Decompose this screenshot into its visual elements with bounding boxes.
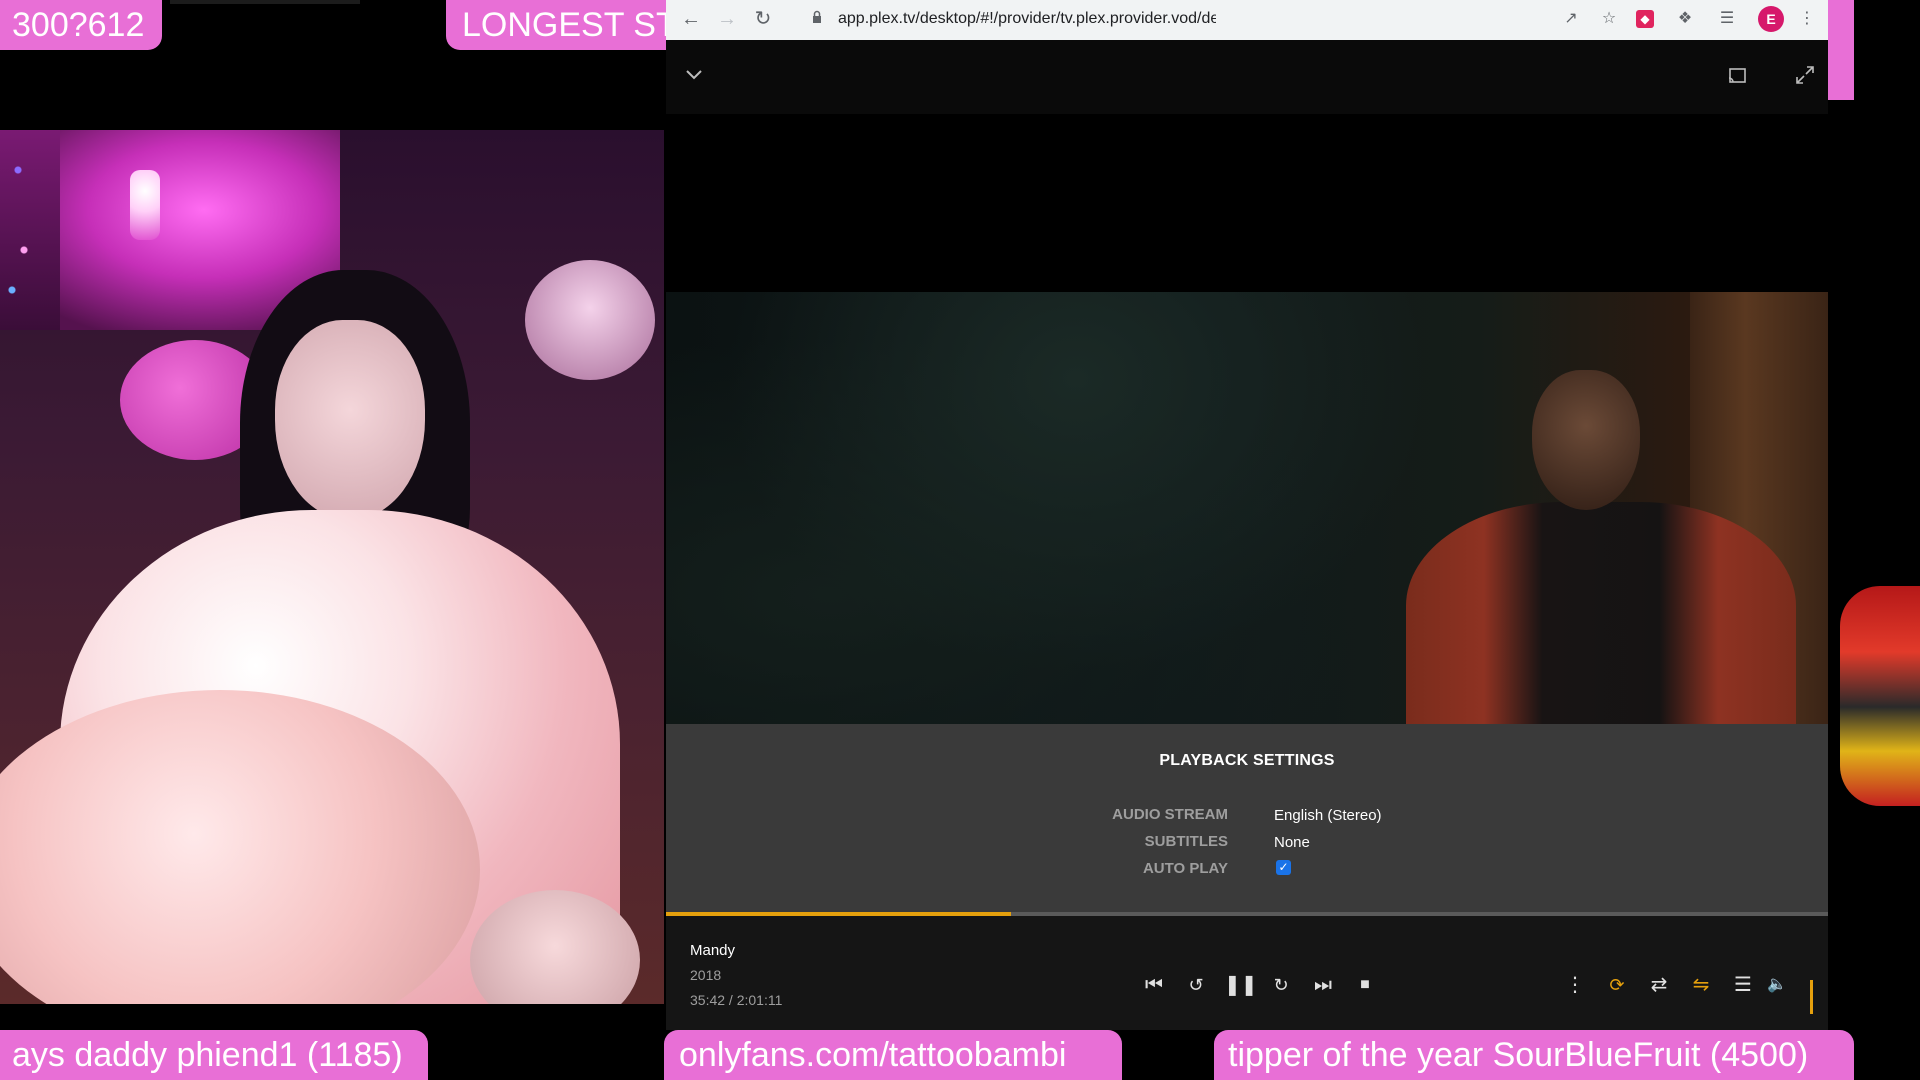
webcam-fairy-lights: [0, 130, 60, 330]
player-top-bar: [666, 40, 1828, 114]
lock-icon: [813, 10, 821, 23]
puzzle-icon[interactable]: ❖: [1674, 8, 1696, 30]
webcam-lamp: [130, 170, 160, 240]
media-year: 2018: [690, 967, 722, 983]
volume-icon[interactable]: 🔈: [1762, 970, 1792, 1000]
video-trees: [666, 292, 1486, 724]
counter-banner: 300?612: [0, 0, 162, 50]
subtitles-label: SUBTITLES: [1144, 833, 1228, 850]
webcam-plush: [525, 260, 655, 380]
chevron-down-icon[interactable]: [686, 70, 702, 80]
settings-title: PLAYBACK SETTINGS: [1159, 752, 1335, 769]
video-man-shirt: [1406, 502, 1796, 724]
video-man-head: [1532, 370, 1640, 510]
stop-icon[interactable]: ■: [1350, 970, 1380, 1000]
auto-play-label: AUTO PLAY: [1142, 860, 1228, 877]
bottom-left-banner: ays daddy phiend1 (1185): [0, 1030, 428, 1080]
back-arrow-icon[interactable]: ←: [676, 4, 706, 34]
auto-play-checkbox[interactable]: ✓: [1276, 860, 1291, 875]
audio-stream-label: AUDIO STREAM: [1112, 806, 1228, 823]
subtitles-value[interactable]: None: [1274, 834, 1310, 851]
video-frame[interactable]: [666, 292, 1828, 724]
bottom-center-banner: onlyfans.com/tattoobambi: [664, 1030, 1122, 1080]
shuffle-icon[interactable]: ⇄: [1644, 970, 1674, 1000]
browser-toolbar: ← → ↻ app.plex.tv/desktop/#!/provider/tv…: [666, 0, 1828, 40]
media-title[interactable]: Mandy: [690, 942, 735, 959]
mascot-character: [1840, 586, 1920, 806]
webcam-person-face: [275, 320, 425, 520]
pause-icon[interactable]: ❚❚: [1224, 970, 1258, 1000]
profile-avatar[interactable]: E: [1758, 6, 1784, 32]
forward-arrow-icon[interactable]: →: [712, 4, 742, 34]
browser-window: ← → ↻ app.plex.tv/desktop/#!/provider/tv…: [666, 0, 1828, 1030]
player-controls: Mandy 2018 35:42 / 2:01:11 ⏮ ↺ ❚❚ ↻ ⏭ ■ …: [666, 916, 1828, 1030]
skip-next-icon[interactable]: ⏭: [1308, 970, 1338, 1000]
repeat-icon[interactable]: ⟳: [1602, 970, 1632, 1000]
top-divider: [170, 0, 360, 4]
volume-slider[interactable]: [1810, 980, 1813, 1014]
fullscreen-icon[interactable]: [1796, 66, 1814, 84]
longest-streak-banner: LONGEST ST: [446, 0, 676, 50]
extension-pink-icon[interactable]: ◆: [1636, 10, 1654, 28]
media-icon[interactable]: ☰: [1716, 8, 1738, 30]
share-icon[interactable]: ↗: [1560, 8, 1582, 30]
forward-30-icon[interactable]: ↻: [1266, 970, 1296, 1000]
media-time: 35:42 / 2:01:11: [690, 992, 783, 1008]
cast-icon[interactable]: [1728, 68, 1746, 84]
overlay-strip: [1828, 0, 1854, 100]
skip-previous-icon[interactable]: ⏮: [1139, 970, 1169, 1000]
playlist-icon[interactable]: ☰: [1728, 970, 1758, 1000]
star-icon[interactable]: ☆: [1598, 8, 1620, 30]
replay-10-icon[interactable]: ↺: [1181, 970, 1211, 1000]
address-bar-url[interactable]: app.plex.tv/desktop/#!/provider/tv.plex.…: [838, 10, 1216, 28]
more-options-icon[interactable]: ⋮: [1560, 970, 1590, 1000]
audio-stream-value[interactable]: English (Stereo): [1274, 807, 1382, 824]
bottom-right-banner: tipper of the year SourBlueFruit (4500): [1214, 1030, 1854, 1080]
kebab-menu-icon[interactable]: ⋮: [1796, 8, 1818, 30]
playback-settings-panel: PLAYBACK SETTINGS AUDIO STREAM English (…: [666, 724, 1828, 914]
settings-sliders-icon[interactable]: ⇋: [1686, 970, 1716, 1000]
webcam-feed: [0, 130, 664, 1004]
reload-icon[interactable]: ↻: [748, 4, 778, 34]
